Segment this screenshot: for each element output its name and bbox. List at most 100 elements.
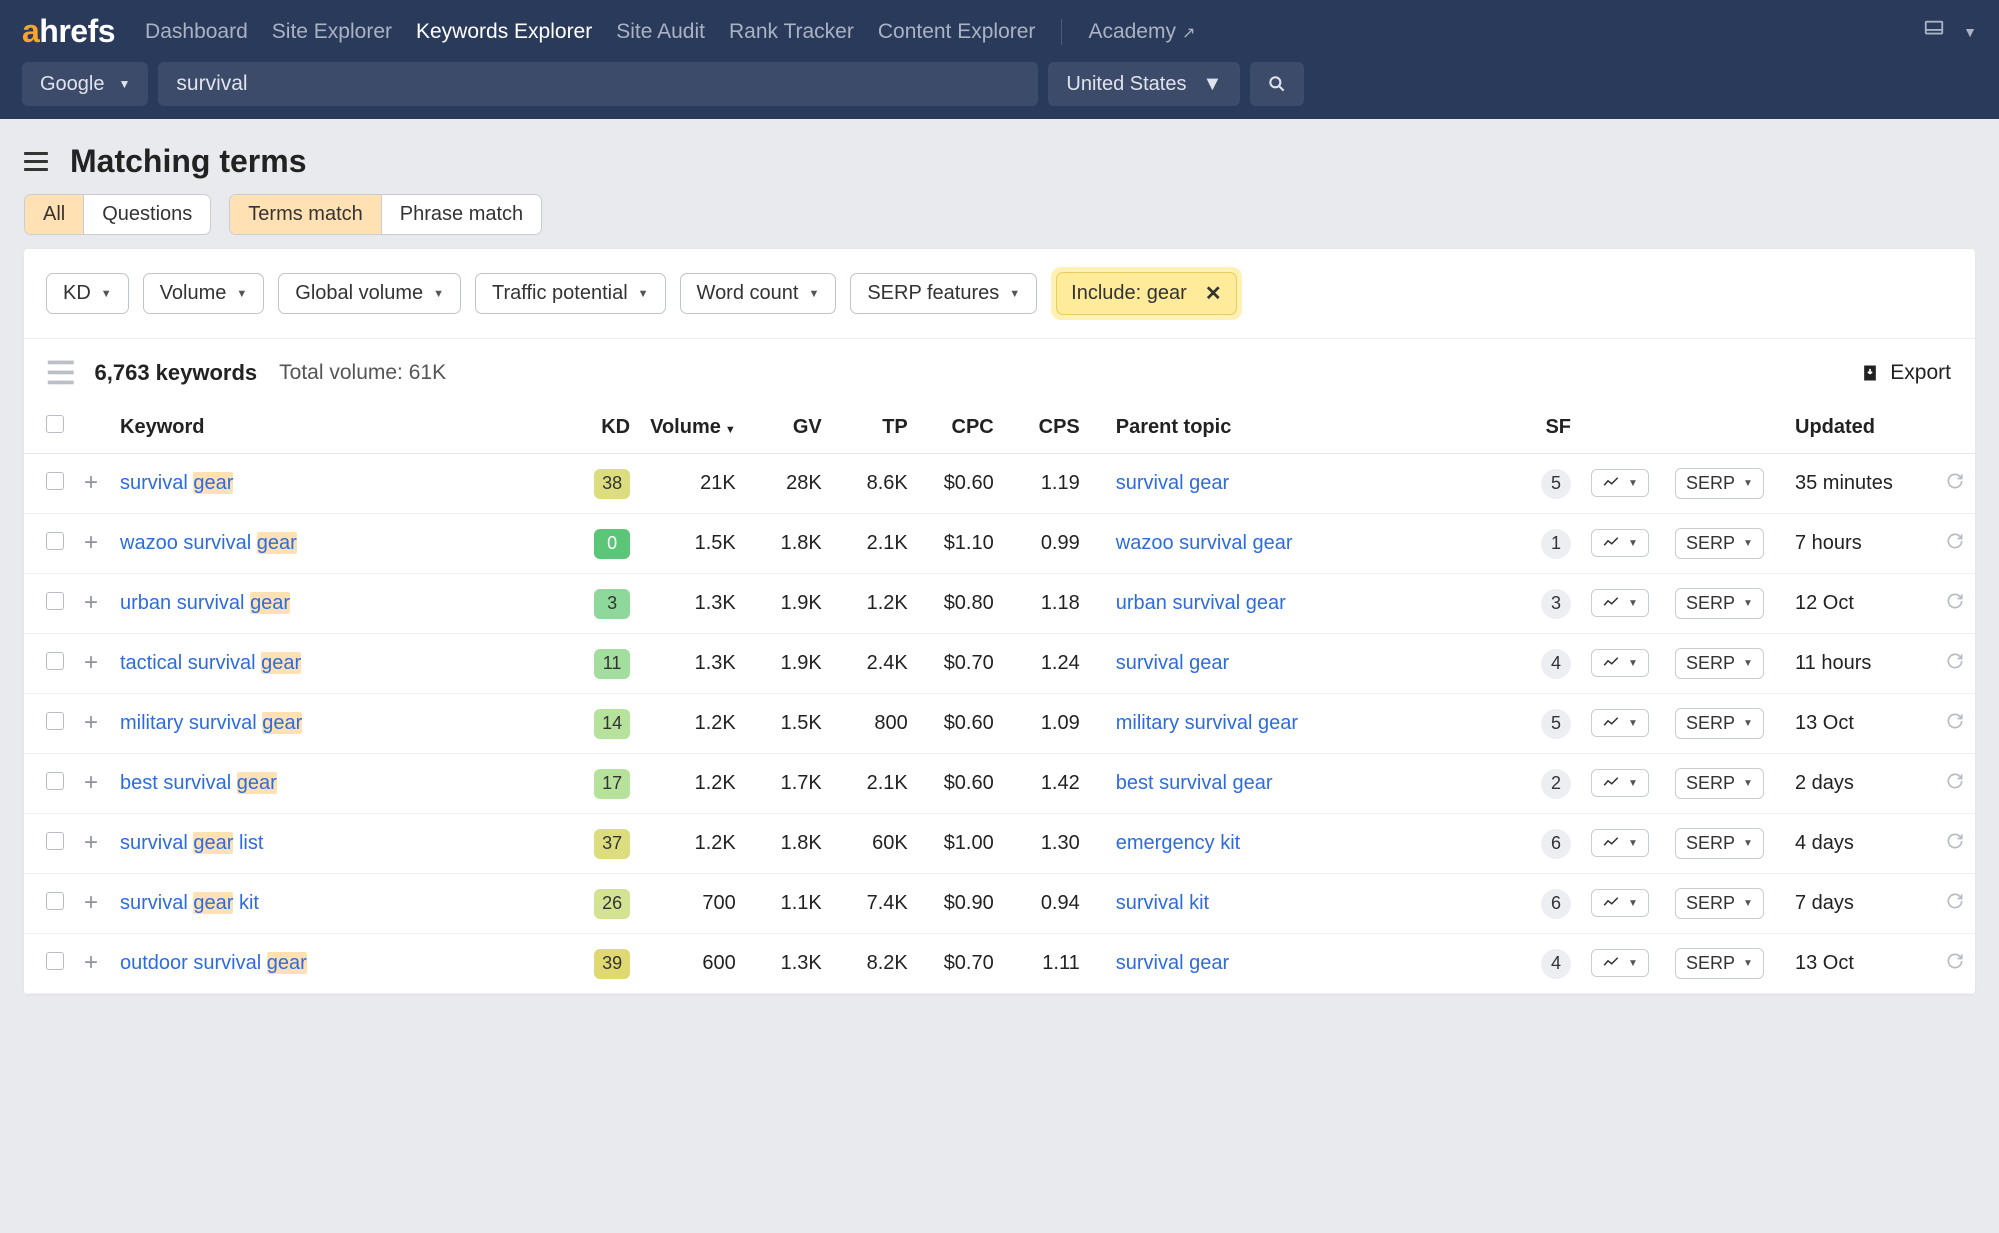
- sf-badge[interactable]: 3: [1541, 589, 1571, 619]
- tab-phrase-match[interactable]: Phrase match: [382, 195, 541, 234]
- nav-rank-tracker[interactable]: Rank Tracker: [729, 20, 854, 44]
- chart-button[interactable]: ▼: [1591, 829, 1649, 857]
- keyword-link[interactable]: survival gear list: [120, 832, 263, 854]
- search-button[interactable]: [1250, 62, 1304, 106]
- filter-volume[interactable]: Volume▼: [143, 273, 265, 314]
- keyword-link[interactable]: best survival gear: [120, 772, 277, 794]
- chart-button[interactable]: ▼: [1591, 589, 1649, 617]
- serp-button[interactable]: SERP▼: [1675, 528, 1764, 559]
- serp-button[interactable]: SERP▼: [1675, 768, 1764, 799]
- tab-terms-match[interactable]: Terms match: [230, 195, 381, 234]
- filter-kd[interactable]: KD▼: [46, 273, 129, 314]
- refresh-icon[interactable]: [1945, 711, 1965, 731]
- include-filter[interactable]: Include: gear ✕: [1056, 272, 1236, 315]
- chart-button[interactable]: ▼: [1591, 469, 1649, 497]
- parent-topic-link[interactable]: survival gear: [1116, 952, 1229, 974]
- refresh-icon[interactable]: [1945, 591, 1965, 611]
- serp-button[interactable]: SERP▼: [1675, 648, 1764, 679]
- nav-keywords-explorer[interactable]: Keywords Explorer: [416, 20, 592, 44]
- expand-icon[interactable]: +: [84, 469, 98, 496]
- serp-button[interactable]: SERP▼: [1675, 828, 1764, 859]
- account-menu-caret[interactable]: ▼: [1963, 24, 1977, 40]
- keyword-link[interactable]: military survival gear: [120, 712, 302, 734]
- refresh-icon[interactable]: [1945, 471, 1965, 491]
- parent-topic-link[interactable]: urban survival gear: [1116, 592, 1286, 614]
- chart-button[interactable]: ▼: [1591, 709, 1649, 737]
- filter-global-volume[interactable]: Global volume▼: [278, 273, 461, 314]
- row-checkbox[interactable]: [46, 892, 64, 910]
- expand-icon[interactable]: +: [84, 649, 98, 676]
- filter-word-count[interactable]: Word count▼: [680, 273, 837, 314]
- serp-button[interactable]: SERP▼: [1675, 708, 1764, 739]
- row-checkbox[interactable]: [46, 532, 64, 550]
- keyword-link[interactable]: wazoo survival gear: [120, 532, 297, 554]
- expand-icon[interactable]: +: [84, 829, 98, 856]
- col-keyword[interactable]: Keyword: [110, 403, 570, 454]
- chart-button[interactable]: ▼: [1591, 529, 1649, 557]
- close-icon[interactable]: ✕: [1205, 281, 1222, 306]
- col-kd[interactable]: KD: [570, 403, 640, 454]
- col-cpc[interactable]: CPC: [918, 403, 1004, 454]
- row-checkbox[interactable]: [46, 652, 64, 670]
- export-button[interactable]: Export: [1860, 361, 1951, 385]
- keyword-link[interactable]: survival gear kit: [120, 892, 259, 914]
- serp-button[interactable]: SERP▼: [1675, 948, 1764, 979]
- keyword-link[interactable]: survival gear: [120, 472, 233, 494]
- refresh-icon[interactable]: [1945, 951, 1965, 971]
- parent-topic-link[interactable]: emergency kit: [1116, 832, 1241, 854]
- sf-badge[interactable]: 2: [1541, 769, 1571, 799]
- sf-badge[interactable]: 5: [1541, 709, 1571, 739]
- expand-icon[interactable]: +: [84, 529, 98, 556]
- row-checkbox[interactable]: [46, 712, 64, 730]
- sf-badge[interactable]: 5: [1541, 469, 1571, 499]
- nav-dashboard[interactable]: Dashboard: [145, 20, 248, 44]
- parent-topic-link[interactable]: best survival gear: [1116, 772, 1273, 794]
- refresh-icon[interactable]: [1945, 531, 1965, 551]
- row-checkbox[interactable]: [46, 832, 64, 850]
- logo[interactable]: ahrefs: [22, 13, 115, 50]
- column-settings-icon[interactable]: ━━━━━━: [48, 359, 73, 387]
- row-checkbox[interactable]: [46, 472, 64, 490]
- refresh-icon[interactable]: [1945, 891, 1965, 911]
- col-sf[interactable]: SF: [1517, 403, 1581, 454]
- expand-icon[interactable]: +: [84, 709, 98, 736]
- sf-badge[interactable]: 4: [1541, 949, 1571, 979]
- serp-button[interactable]: SERP▼: [1675, 888, 1764, 919]
- col-parent[interactable]: Parent topic: [1090, 403, 1517, 454]
- refresh-icon[interactable]: [1945, 651, 1965, 671]
- expand-icon[interactable]: +: [84, 589, 98, 616]
- expand-icon[interactable]: +: [84, 769, 98, 796]
- col-cps[interactable]: CPS: [1004, 403, 1090, 454]
- expand-icon[interactable]: +: [84, 949, 98, 976]
- row-checkbox[interactable]: [46, 952, 64, 970]
- sf-badge[interactable]: 4: [1541, 649, 1571, 679]
- parent-topic-link[interactable]: military survival gear: [1116, 712, 1298, 734]
- filter-serp-features[interactable]: SERP features▼: [850, 273, 1037, 314]
- chart-button[interactable]: ▼: [1591, 649, 1649, 677]
- parent-topic-link[interactable]: wazoo survival gear: [1116, 532, 1293, 554]
- sidebar-toggle-icon[interactable]: [24, 152, 48, 171]
- nav-academy[interactable]: Academy↗: [1088, 20, 1195, 44]
- nav-site-audit[interactable]: Site Audit: [616, 20, 705, 44]
- chart-button[interactable]: ▼: [1591, 889, 1649, 917]
- chart-button[interactable]: ▼: [1591, 769, 1649, 797]
- serp-button[interactable]: SERP▼: [1675, 468, 1764, 499]
- sf-badge[interactable]: 6: [1541, 829, 1571, 859]
- nav-site-explorer[interactable]: Site Explorer: [272, 20, 392, 44]
- keyword-link[interactable]: tactical survival gear: [120, 652, 301, 674]
- expand-icon[interactable]: +: [84, 889, 98, 916]
- filter-traffic-potential[interactable]: Traffic potential▼: [475, 273, 666, 314]
- keyword-search-input[interactable]: [158, 62, 1038, 106]
- sf-badge[interactable]: 1: [1541, 529, 1571, 559]
- col-tp[interactable]: TP: [832, 403, 918, 454]
- country-select[interactable]: United States ▼: [1048, 62, 1240, 106]
- screen-icon[interactable]: [1923, 18, 1945, 46]
- keyword-link[interactable]: urban survival gear: [120, 592, 290, 614]
- tab-all[interactable]: All: [25, 195, 84, 234]
- parent-topic-link[interactable]: survival kit: [1116, 892, 1209, 914]
- serp-button[interactable]: SERP▼: [1675, 588, 1764, 619]
- select-all-checkbox[interactable]: [46, 415, 64, 433]
- parent-topic-link[interactable]: survival gear: [1116, 652, 1229, 674]
- refresh-icon[interactable]: [1945, 831, 1965, 851]
- tab-questions[interactable]: Questions: [84, 195, 210, 234]
